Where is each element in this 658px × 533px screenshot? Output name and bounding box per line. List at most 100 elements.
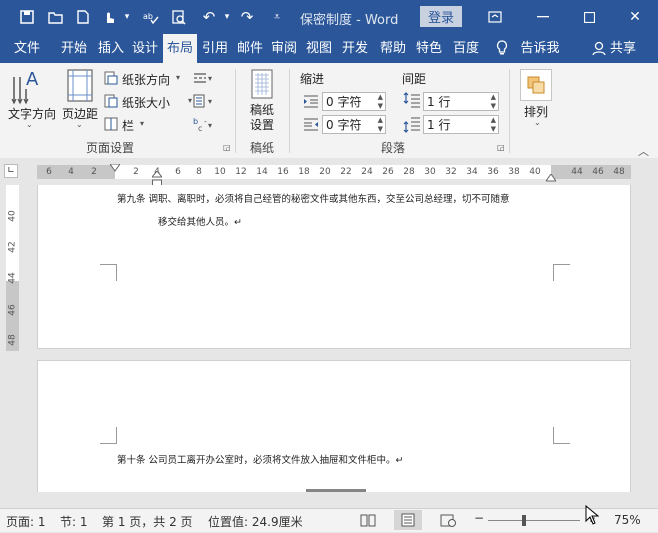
tab-home[interactable]: 开始	[56, 34, 92, 63]
mouse-cursor-icon	[585, 504, 600, 525]
svg-text:▾: ▾	[208, 121, 212, 130]
orientation-button[interactable]: 纸张方向	[122, 71, 170, 88]
tab-selector-icon[interactable]: ∟	[4, 164, 18, 178]
status-page[interactable]: 页面: 1	[6, 513, 46, 530]
read-mode-icon[interactable]	[360, 514, 376, 527]
text-direction-dropdown-icon[interactable]: ⌄	[26, 120, 33, 129]
spacing-after-input[interactable]: 1 行 ▲ ▼	[423, 115, 499, 134]
paper-size-dropdown-icon[interactable]: ▾	[188, 96, 192, 105]
ruler-number: 4	[68, 167, 74, 177]
columns-button[interactable]: 栏	[122, 117, 134, 134]
tab-design[interactable]: 设计	[130, 34, 160, 63]
indent-left-input[interactable]: 0 字符 ▲ ▼	[322, 92, 386, 111]
web-layout-icon[interactable]	[440, 514, 456, 527]
tab-baidu[interactable]: 百度	[449, 34, 483, 63]
ruler-number: 44	[571, 167, 583, 177]
close-icon[interactable]: ✕	[624, 6, 646, 28]
title-bar: ▾ ab ↶ ▾ ↷ ⩡ 保密制度 - Word 登录 ✕	[0, 0, 658, 34]
draft-paper-icon[interactable]	[250, 69, 276, 101]
article9-paragraph-line1[interactable]: 第九条 调职、离职时，必须将自己经管的秘密文件或其他东西，交至公司总经理，切不可…	[117, 191, 510, 205]
user-icon[interactable]	[590, 34, 608, 63]
arrange-dropdown-icon[interactable]: ⌄	[534, 118, 541, 127]
customize-toolbar-icon[interactable]: ⩡	[266, 6, 288, 28]
undo-dropdown-icon[interactable]: ▾	[216, 6, 238, 28]
tab-help[interactable]: 帮助	[377, 34, 409, 63]
tab-insert[interactable]: 插入	[94, 34, 128, 63]
hyphenation-icon[interactable]: b c - ▾	[193, 116, 215, 133]
indent-right-input[interactable]: 0 字符 ▲ ▼	[322, 115, 386, 134]
horizontal-ruler[interactable]: 6 4 2 2 4 6 8 10 12 14 16 18 20 22 24 26…	[37, 163, 631, 187]
svg-text:A: A	[26, 69, 39, 90]
lightbulb-icon[interactable]	[492, 34, 512, 63]
svg-text:▾: ▾	[208, 74, 212, 83]
article10-paragraph[interactable]: 第十条 公司员工离开办公室时，必须将文件放入抽屉和文件柜中。↵	[117, 452, 403, 466]
redo-icon[interactable]: ↷	[236, 6, 258, 28]
orientation-dropdown-icon[interactable]: ▾	[176, 73, 180, 82]
login-button[interactable]: 登录	[420, 6, 462, 27]
paper-setup-button[interactable]: 稿纸 设置	[250, 103, 274, 133]
first-line-indent-marker[interactable]	[109, 161, 121, 172]
tab-view[interactable]: 视图	[303, 34, 335, 63]
text-direction-icon[interactable]: A	[10, 67, 50, 109]
tab-developer[interactable]: 开发	[338, 34, 372, 63]
minimize-icon[interactable]	[532, 6, 554, 28]
paper-size-icon[interactable]	[104, 94, 118, 108]
spin-arrows-icon[interactable]: ▲ ▼	[491, 116, 496, 134]
status-section[interactable]: 节: 1	[60, 513, 88, 530]
spacing-before-input[interactable]: 1 行 ▲ ▼	[423, 92, 499, 111]
document-area[interactable]: 40 42 44 46 48 第九条 调职、离职时，必须将自己经管的秘密文件或其…	[0, 185, 658, 492]
cut-off-heading-text	[306, 489, 366, 492]
zoom-out-icon[interactable]: −	[474, 511, 484, 525]
print-layout-view-button[interactable]	[394, 510, 422, 530]
status-position[interactable]: 位置值: 24.9厘米	[208, 513, 303, 530]
ribbon-display-options-icon[interactable]	[484, 6, 506, 28]
ruler-number: 44	[7, 272, 18, 284]
tab-references[interactable]: 引用	[200, 34, 230, 63]
share-button[interactable]: 共享	[608, 34, 638, 63]
spin-arrows-icon[interactable]: ▲ ▼	[378, 93, 383, 111]
ruler-number: 24	[361, 167, 373, 177]
page-2[interactable]: 第十条 公司员工离开办公室时，必须将文件放入抽屉和文件柜中。↵	[37, 360, 631, 492]
spin-arrows-icon[interactable]: ▲ ▼	[491, 93, 496, 111]
tab-mailings[interactable]: 邮件	[234, 34, 266, 63]
columns-icon[interactable]	[104, 117, 118, 131]
tab-layout[interactable]: 布局	[163, 34, 197, 63]
save-icon[interactable]	[16, 6, 38, 28]
ruler-number: 48	[613, 167, 625, 177]
ruler-number: 8	[196, 167, 202, 177]
arrange-icon[interactable]	[520, 69, 552, 101]
tab-features[interactable]: 特色	[412, 34, 446, 63]
ruler-number: 12	[235, 167, 247, 177]
qa-dropdown-icon[interactable]: ▾	[116, 6, 138, 28]
zoom-level[interactable]: 75%	[614, 513, 641, 527]
page-1[interactable]: 第九条 调职、离职时，必须将自己经管的秘密文件或其他东西，交至公司总经理，切不可…	[37, 185, 631, 349]
spin-arrows-icon[interactable]: ▲ ▼	[378, 116, 383, 134]
margin-corner-mark	[100, 427, 117, 444]
new-document-icon[interactable]	[72, 6, 94, 28]
margins-dropdown-icon[interactable]: ⌄	[76, 120, 83, 129]
article9-paragraph-line2[interactable]: 移交给其他人员。↵	[158, 214, 242, 228]
svg-text:▾: ▾	[208, 97, 212, 106]
orientation-icon[interactable]	[104, 71, 118, 85]
ruler-number: 46	[592, 167, 604, 177]
paragraph-launcher-icon[interactable]: ◲	[497, 143, 505, 152]
page-setup-launcher-icon[interactable]: ◲	[223, 143, 231, 152]
collapse-ribbon-icon[interactable]: ︿	[638, 143, 649, 159]
zoom-slider-thumb[interactable]	[522, 515, 526, 526]
columns-dropdown-icon[interactable]: ▾	[140, 119, 144, 128]
ruler-number: 6	[46, 167, 52, 177]
zoom-slider[interactable]	[488, 520, 580, 521]
breaks-icon[interactable]: ▾	[193, 71, 215, 85]
paper-size-button[interactable]: 纸张大小	[122, 94, 170, 111]
tab-review[interactable]: 审阅	[268, 34, 300, 63]
open-folder-icon[interactable]	[44, 6, 66, 28]
status-page-count[interactable]: 第 1 页，共 2 页	[102, 513, 193, 530]
margins-icon[interactable]	[66, 69, 94, 103]
spelling-check-icon[interactable]: ab	[140, 6, 162, 28]
tab-file[interactable]: 文件	[8, 34, 46, 63]
tell-me-search[interactable]: 告诉我	[518, 34, 562, 63]
maximize-icon[interactable]	[578, 6, 600, 28]
right-indent-marker[interactable]	[545, 171, 557, 182]
print-preview-icon[interactable]	[168, 6, 190, 28]
line-numbers-icon[interactable]: ▾	[193, 94, 215, 108]
